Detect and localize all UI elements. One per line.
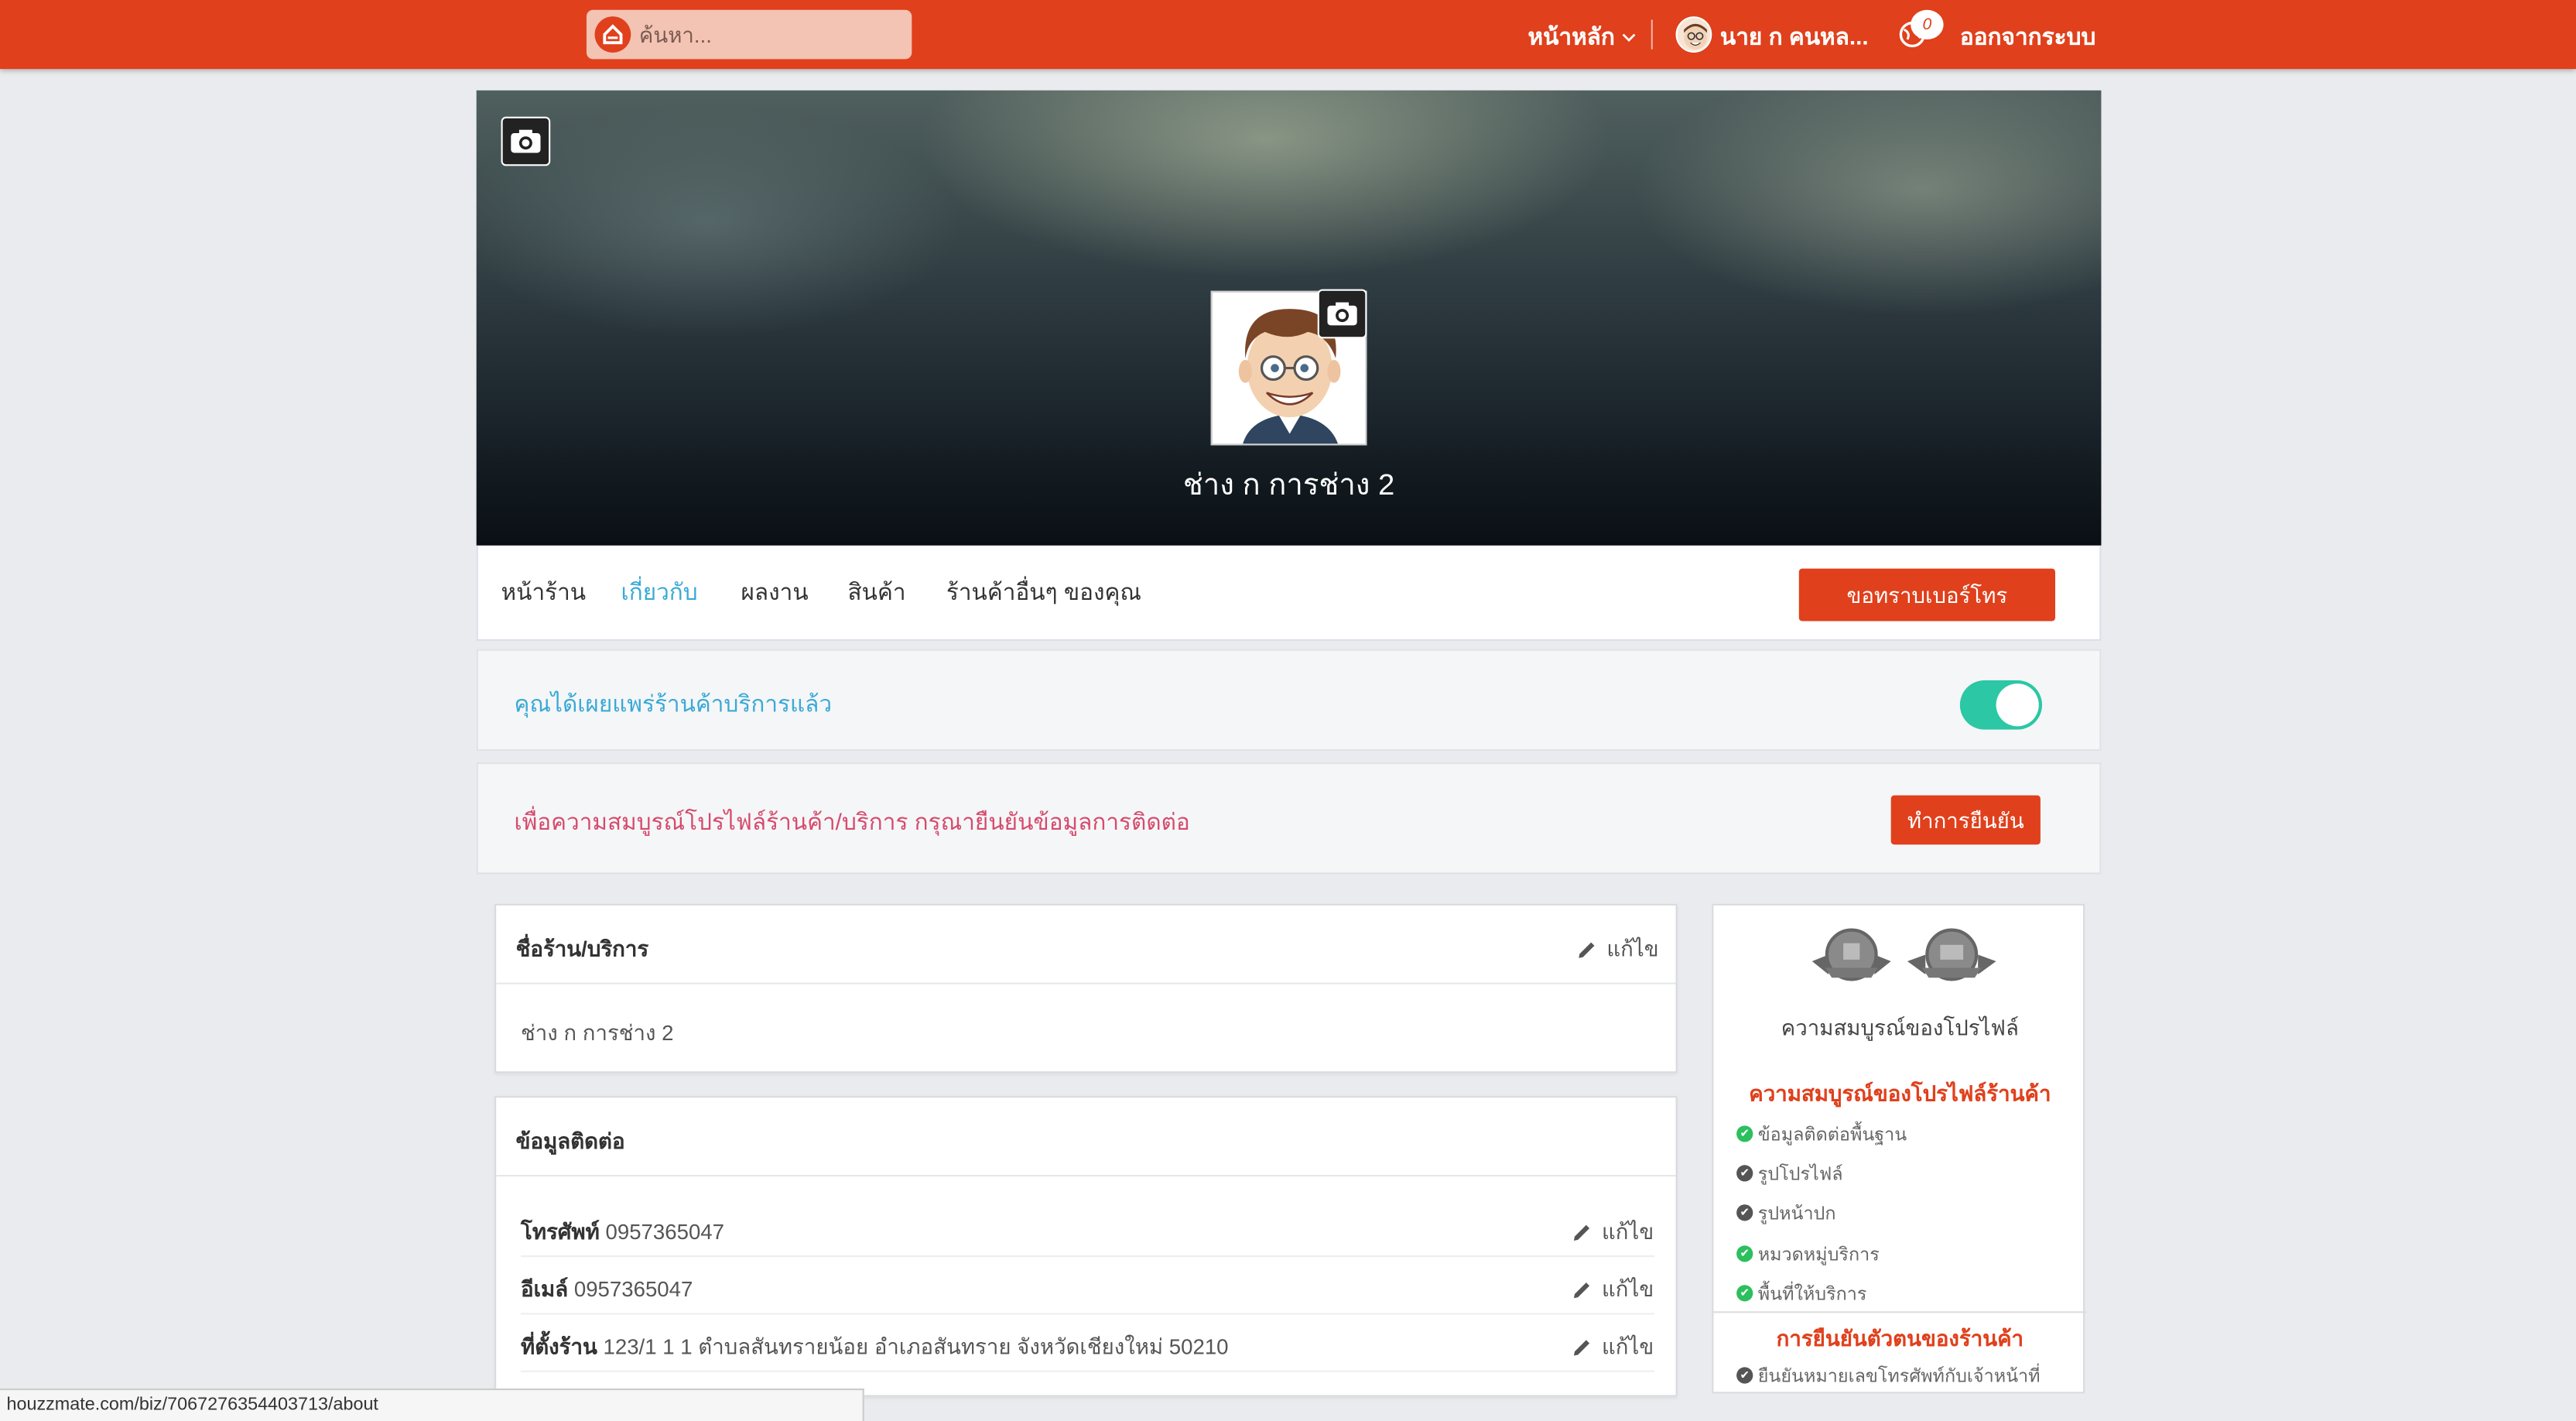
publish-toggle[interactable] [1959, 680, 2043, 730]
profile-camera-button[interactable] [1317, 289, 1367, 339]
tab-other-shops[interactable]: ร้านค้าอื่นๆ ของคุณ [946, 575, 1141, 611]
edit-address-button[interactable]: แก้ไข [1572, 1330, 1654, 1365]
verify-button[interactable]: ทำการยืนยัน [1890, 795, 2041, 845]
pencil-icon [1573, 1339, 1590, 1355]
check-circle-icon: ✔ [1736, 1367, 1753, 1384]
search-input[interactable] [638, 9, 902, 60]
cover-photo: ช่าง ก การช่าง 2 [476, 90, 2102, 546]
email-value: 0957365047 [573, 1276, 693, 1302]
phone-value: 0957365047 [605, 1219, 725, 1245]
edit-label: แก้ไข [1606, 936, 1659, 962]
tab-portfolio[interactable]: ผลงาน [741, 575, 809, 611]
checklist-label: ข้อมูลติดต่อพื้นฐาน [1757, 1125, 1907, 1145]
checklist-item: ✔ ยืนยันหมายเลขโทรศัพท์กับเจ้าหน้าที่ [1736, 1361, 2041, 1390]
profile-tabs: หน้าร้าน เกี่ยวกับ ผลงาน สินค้า ร้านค้าอ… [476, 545, 2102, 642]
notification-count-badge: 0 [1911, 9, 1944, 39]
badge-group [1809, 925, 2000, 991]
check-circle-icon: ✔ [1736, 1125, 1753, 1142]
edit-shop-name-button[interactable]: แก้ไข [1577, 932, 1659, 967]
contact-row-phone: โทรศัพท์ 0957365047 แก้ไข [521, 1200, 1654, 1258]
card-title: ชื่อร้าน/บริการ [515, 936, 649, 962]
phone-label: โทรศัพท์ [521, 1219, 600, 1245]
edit-phone-button[interactable]: แก้ไข [1572, 1214, 1654, 1249]
checklist-label: หมวดหมู่บริการ [1757, 1245, 1880, 1265]
check-circle-icon: ✔ [1736, 1285, 1753, 1302]
checklist-label: รูปโปรไฟล์ [1757, 1165, 1843, 1185]
card-header: ชื่อร้าน/บริการ แก้ไข [496, 906, 1676, 984]
edit-label: แก้ไข [1602, 1219, 1654, 1245]
checklist-item: ✔ ข้อมูลติดต่อพื้นฐาน [1736, 1119, 1907, 1149]
checklist-item: ✔ พื้นที่ให้บริการ [1736, 1279, 1866, 1308]
houzzmate-logo-icon[interactable] [594, 16, 631, 53]
chevron-down-icon [1622, 33, 1636, 42]
camera-icon [1327, 302, 1357, 326]
identity-verify-title: การยืนยันตัวตนของร้านค้า [1776, 1326, 2024, 1351]
check-circle-icon: ✔ [1736, 1165, 1753, 1182]
nav-divider [1651, 19, 1653, 50]
top-navbar: หน้าหลัก นาย ก คนหล... 0 ออกจากระบบ [0, 0, 2576, 70]
edit-label: แก้ไข [1602, 1334, 1654, 1359]
search-box[interactable] [586, 9, 912, 60]
completeness-subtitle: ความสมบูรณ์ของโปรไฟล์ร้านค้า [1749, 1080, 2051, 1106]
home-menu-label: หน้าหลัก [1527, 22, 1615, 50]
tab-storefront[interactable]: หน้าร้าน [501, 575, 587, 611]
checklist-item: ✔ รูปหน้าปก [1736, 1198, 1836, 1228]
ask-phone-button[interactable]: ขอทราบเบอร์โทร [1798, 568, 2055, 621]
edit-label: แก้ไข [1602, 1276, 1654, 1302]
address-value: 123/1 1 1 ตำบลสันทรายน้อย อำเภอสันทราย จ… [603, 1334, 1229, 1359]
checklist-label: พื้นที่ให้บริการ [1757, 1285, 1867, 1305]
checklist-label: รูปหน้าปก [1757, 1204, 1836, 1224]
check-circle-icon: ✔ [1736, 1245, 1753, 1262]
divider [1713, 1311, 2087, 1313]
verify-notice-text: เพื่อความสมบูรณ์โปรไฟล์ร้านค้า/บริการ กร… [514, 808, 1190, 835]
tab-products[interactable]: สินค้า [848, 575, 906, 611]
user-avatar[interactable] [1675, 16, 1712, 53]
cover-camera-button[interactable] [501, 116, 551, 166]
shop-name-card: ชื่อร้าน/บริการ แก้ไข ช่าง ก การช่าง 2 [494, 903, 1678, 1073]
pencil-icon [1579, 941, 1595, 957]
profile-completeness-panel: ความสมบูรณ์ของโปรไฟล์ ความสมบูรณ์ของโปรไ… [1712, 903, 2087, 1394]
tab-about[interactable]: เกี่ยวกับ [621, 575, 698, 611]
home-menu[interactable]: หน้าหลัก [1527, 19, 1636, 56]
contact-card: ข้อมูลติดต่อ โทรศัพท์ 0957365047 แก้ไข อ… [494, 1096, 1678, 1397]
profile-badge-icon [1811, 928, 1891, 981]
checklist-label: ยืนยันหมายเลขโทรศัพท์กับเจ้าหน้าที่ [1757, 1367, 2041, 1387]
profile-name: ช่าง ก การช่าง 2 [1182, 468, 1395, 502]
user-name[interactable]: นาย ก คนหล... [1720, 19, 1869, 56]
checklist-item: ✔ รูปโปรไฟล์ [1736, 1159, 1843, 1188]
publish-status-bar: คุณได้เผยแพร่ร้านค้าบริการแล้ว [476, 649, 2102, 752]
contact-row-address: ที่ตั้งร้าน 123/1 1 1 ตำบลสันทรายน้อย อำ… [521, 1314, 1654, 1372]
completeness-title: ความสมบูรณ์ของโปรไฟล์ [1781, 1015, 2019, 1040]
camera-icon [511, 129, 541, 153]
checklist-item: ✔ หมวดหมู่บริการ [1736, 1239, 1880, 1269]
email-label: อีเมล์ [521, 1276, 569, 1302]
check-circle-icon: ✔ [1736, 1204, 1753, 1221]
pencil-icon [1573, 1282, 1590, 1298]
shop-name-value: ช่าง ก การช่าง 2 [521, 1020, 674, 1046]
browser-status-bar: houzzmate.com/biz/7067276354403713/about [0, 1388, 864, 1421]
verify-notice-bar: เพื่อความสมบูรณ์โปรไฟล์ร้านค้า/บริการ กร… [476, 762, 2102, 875]
logout-link[interactable]: ออกจากระบบ [1960, 19, 2095, 56]
verify-badge-icon [1907, 928, 1996, 981]
publish-status-text: คุณได้เผยแพร่ร้านค้าบริการแล้ว [514, 690, 833, 717]
contact-row-email: อีเมล์ 0957365047 แก้ไข [521, 1257, 1654, 1315]
edit-email-button[interactable]: แก้ไข [1572, 1272, 1654, 1306]
card-title: ข้อมูลติดต่อ [515, 1128, 625, 1154]
toggle-knob [1996, 683, 2039, 727]
card-header: ข้อมูลติดต่อ [496, 1097, 1676, 1177]
pencil-icon [1573, 1224, 1590, 1240]
address-label: ที่ตั้งร้าน [521, 1334, 597, 1359]
